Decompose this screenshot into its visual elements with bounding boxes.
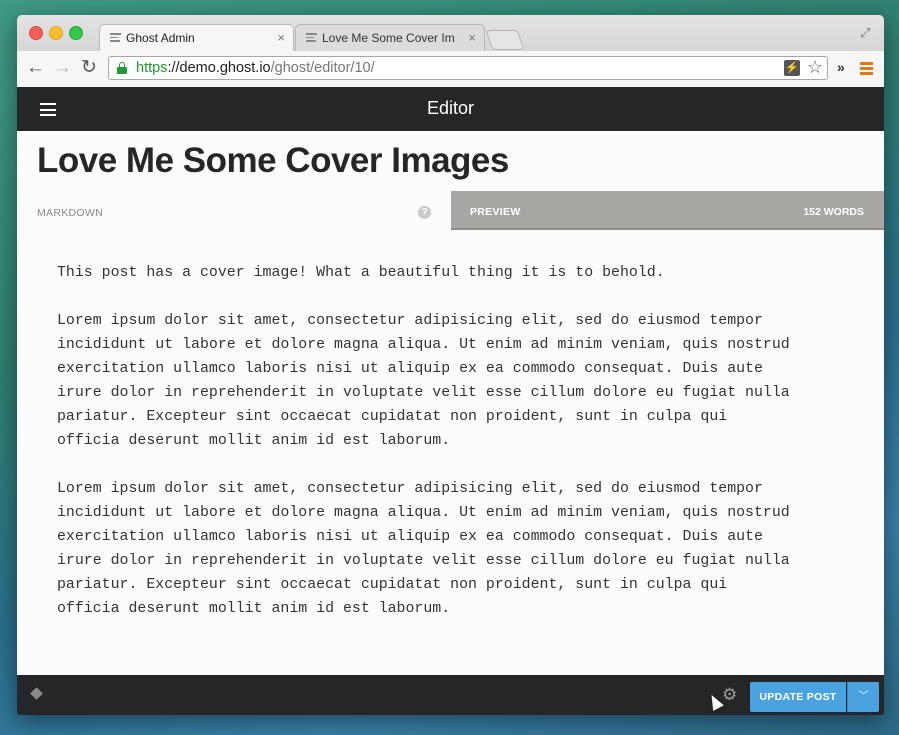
tab-title: Ghost Admin	[126, 31, 195, 45]
page-title: Editor	[426, 98, 475, 118]
word-count: 152 WORDS	[803, 206, 864, 218]
lock-icon	[117, 62, 127, 74]
ghost-favicon-icon	[306, 33, 317, 43]
update-post-button[interactable]: UPDATE POST	[750, 682, 846, 712]
preview-label: PREVIEW	[470, 206, 521, 218]
zoom-window-button[interactable]	[69, 26, 83, 40]
tab-cover-images[interactable]: Love Me Some Cover Images ×	[295, 24, 485, 51]
tab-close-icon[interactable]: ×	[468, 30, 476, 45]
markdown-help-icon[interactable]: ?	[418, 206, 431, 219]
url-text[interactable]: https://demo.ghost.io/ghost/editor/10/	[136, 60, 375, 76]
editor-footer: ⚙ UPDATE POST ﹀	[17, 675, 884, 715]
tab-ghost-admin[interactable]: Ghost Admin ×	[99, 24, 294, 51]
chevron-down-icon[interactable]: ﹀	[847, 682, 879, 712]
minimize-window-button[interactable]	[49, 26, 63, 40]
address-bar[interactable]: https://demo.ghost.io/ghost/editor/10/ ⚡…	[108, 56, 828, 80]
tab-close-icon[interactable]: ×	[277, 30, 285, 45]
tag-icon[interactable]	[30, 687, 43, 700]
tab-title: Love Me Some Cover Images	[322, 31, 454, 45]
editor-area: Love Me Some Cover Images MARKDOWN ? PRE…	[17, 131, 884, 675]
extension-icon[interactable]: ⚡	[784, 60, 800, 76]
markdown-paragraph: This post has a cover image! What a beau…	[57, 265, 665, 281]
back-arrow-icon[interactable]: ←	[26, 58, 45, 78]
ghost-favicon-icon	[110, 33, 121, 43]
tab-strip: Ghost Admin × Love Me Some Cover Images …	[17, 15, 884, 51]
app-header: Editor	[17, 87, 884, 131]
close-window-button[interactable]	[29, 26, 43, 40]
preview-tab[interactable]: PREVIEW 152 WORDS	[451, 191, 884, 230]
bookmark-star-icon[interactable]: ☆	[807, 57, 823, 78]
extensions-overflow-icon[interactable]: »	[837, 59, 845, 75]
markdown-label: MARKDOWN	[37, 207, 103, 219]
new-tab-button[interactable]	[485, 30, 525, 50]
forward-arrow-icon[interactable]: →	[53, 58, 72, 78]
browser-window: Ghost Admin × Love Me Some Cover Images …	[17, 15, 884, 715]
markdown-paragraph: Lorem ipsum dolor sit amet, consectetur …	[57, 481, 790, 617]
markdown-editor[interactable]: This post has a cover image! What a beau…	[57, 261, 867, 645]
post-title-input[interactable]: Love Me Some Cover Images	[37, 141, 509, 181]
browser-menu-icon[interactable]	[860, 62, 873, 77]
fullscreen-icon[interactable]: ⤢	[860, 25, 874, 40]
markdown-paragraph: Lorem ipsum dolor sit amet, consectetur …	[57, 313, 790, 449]
browser-toolbar: ← → ↻ https://demo.ghost.io/ghost/editor…	[17, 51, 884, 88]
gear-icon[interactable]: ⚙	[722, 685, 737, 705]
reload-icon[interactable]: ↻	[81, 58, 97, 78]
